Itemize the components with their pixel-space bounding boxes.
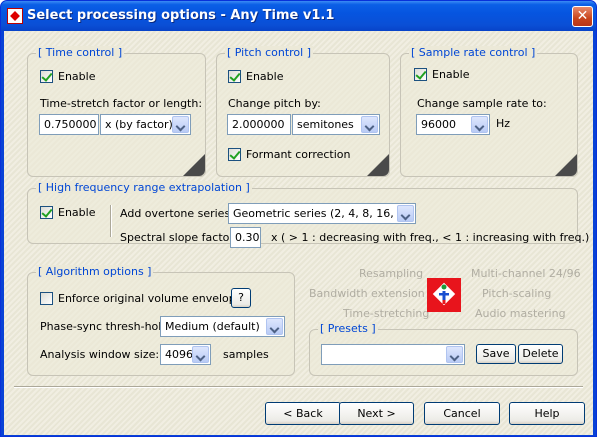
app-logo-icon [427,278,461,312]
formant-correction-checkbox[interactable] [228,148,241,161]
dialog-window: Select processing options - Any Time v1.… [0,0,597,437]
pitch-enable-checkbox[interactable] [228,70,241,83]
feature-time-stretching: Time-stretching [343,307,430,320]
phase-sync-value: Medium (default) [165,320,260,333]
title-bar[interactable]: Select processing options - Any Time v1.… [1,1,596,31]
time-control-group: [ Time control ] Enable Time-stretch fac… [27,46,206,177]
overtone-series-label: Add overtone series: [120,207,234,220]
cancel-button[interactable]: Cancel [424,402,500,425]
overtone-series-select[interactable]: Geometric series (2, 4, 8, 16, ...) [228,203,416,224]
window-title: Select processing options - Any Time v1.… [27,8,335,23]
sample-rate-enable-checkbox[interactable] [414,68,427,81]
save-preset-button[interactable]: Save [476,344,516,364]
feature-multichannel: Multi-channel 24/96 [471,267,581,280]
hf-enable-checkbox[interactable] [40,206,53,219]
chevron-down-icon[interactable] [172,116,189,133]
algorithm-options-group: [ Algorithm options ] Enforce original v… [27,265,295,376]
spectral-slope-input[interactable]: 0.30 [230,227,261,248]
presets-legend: [ Presets ] [318,322,378,335]
delete-preset-button[interactable]: Delete [518,344,563,364]
chevron-down-icon[interactable] [361,116,378,133]
formant-correction-label: Formant correction [246,148,351,161]
spectral-slope-label: Spectral slope factor: [120,231,238,244]
presets-group: [ Presets ] Save Delete [309,322,578,376]
footer-separator [14,386,583,388]
pitch-change-input[interactable]: 2.000000 [227,114,291,135]
sample-rate-enable-label: Enable [432,68,470,81]
feature-audio-mastering: Audio mastering [475,307,566,320]
help-question-button[interactable]: ? [231,288,251,308]
pitch-unit-select[interactable]: semitones [292,114,380,135]
overtone-series-value: Geometric series (2, 4, 8, 16, ...) [233,207,413,220]
sample-rate-change-label: Change sample rate to: [417,97,547,110]
resize-corner-icon [555,154,577,176]
time-enable-checkbox[interactable] [40,70,53,83]
resize-corner-icon [183,154,205,176]
algorithm-options-legend: [ Algorithm options ] [36,265,154,278]
time-factor-input[interactable]: 0.750000 [39,114,99,135]
chevron-down-icon[interactable] [192,346,209,363]
app-icon [7,8,23,24]
pitch-control-group: [ Pitch control ] Enable Change pitch by… [216,46,390,177]
back-button[interactable]: < Back [265,402,341,425]
feature-resampling: Resampling [359,267,424,280]
pitch-unit-value: semitones [297,118,354,131]
time-unit-select[interactable]: x (by factor) [100,114,191,135]
analysis-window-unit: samples [223,348,269,361]
chevron-down-icon[interactable] [397,205,414,222]
logo-glyph-icon [439,284,449,304]
time-unit-value: x (by factor) [105,118,173,131]
chevron-down-icon[interactable] [446,346,463,363]
hf-extrapolation-legend: [ High frequency range extrapolation ] [36,181,252,194]
pitch-enable-label: Enable [246,70,284,83]
sample-rate-select[interactable]: 96000 [416,114,490,135]
sample-rate-control-group: [ Sample rate control ] Enable Change sa… [400,46,578,177]
next-button[interactable]: Next > [339,402,414,425]
feature-bandwidth: Bandwidth extension [309,287,425,300]
chevron-down-icon[interactable] [266,318,283,335]
hf-enable-label: Enable [58,206,96,219]
dialog-body: [ Time control ] Enable Time-stretch fac… [4,31,593,435]
presets-select[interactable] [321,344,465,365]
chevron-down-icon[interactable] [471,116,488,133]
time-control-legend: [ Time control ] [36,46,125,59]
analysis-window-value: 4096 [165,348,193,361]
sample-rate-unit: Hz [496,117,511,130]
phase-sync-select[interactable]: Medium (default) [160,316,285,337]
divider [110,205,112,237]
phase-sync-label: Phase-sync thresh-hold: [40,320,173,333]
time-enable-label: Enable [58,70,96,83]
feature-pitch-scaling: Pitch-scaling [482,287,552,300]
help-button[interactable]: Help [509,402,585,425]
resize-corner-icon [367,154,389,176]
close-button[interactable]: ✕ [572,6,593,27]
volume-envelope-checkbox[interactable] [40,292,53,305]
analysis-window-label: Analysis window size: [40,348,160,361]
analysis-window-select[interactable]: 4096 [160,344,211,365]
pitch-control-legend: [ Pitch control ] [225,46,313,59]
spectral-slope-hint: x ( > 1 : decreasing with freq., < 1 : i… [271,231,590,244]
hf-extrapolation-group: [ High frequency range extrapolation ] E… [27,181,589,248]
sample-rate-value: 96000 [421,118,456,131]
sample-rate-legend: [ Sample rate control ] [409,46,538,59]
time-factor-label: Time-stretch factor or length: [40,97,203,110]
volume-envelope-label: Enforce original volume envelope [58,292,243,305]
pitch-change-label: Change pitch by: [228,97,321,110]
